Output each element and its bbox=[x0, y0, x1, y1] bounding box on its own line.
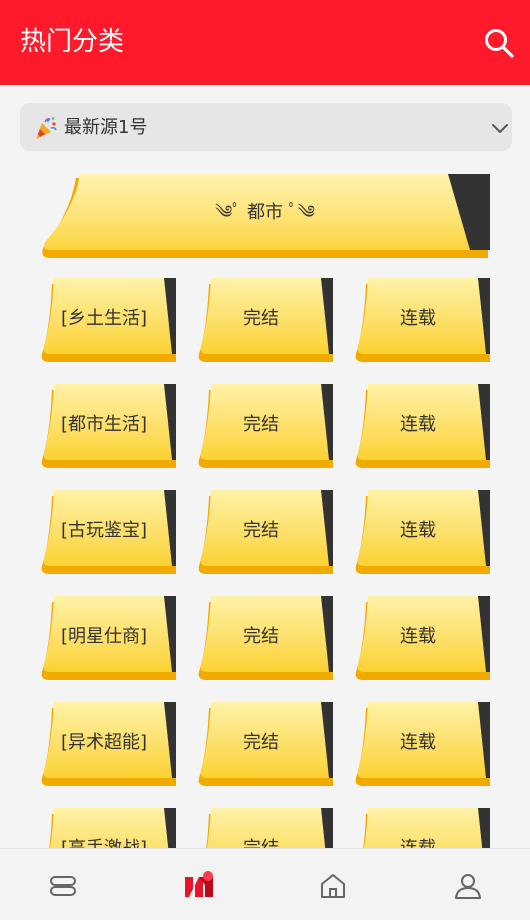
completed-tag[interactable]: 完结 bbox=[197, 808, 333, 848]
bookshelf-icon[interactable] bbox=[48, 871, 78, 901]
genre-tag[interactable]: [古玩鉴宝] bbox=[40, 490, 176, 574]
page-title: 热门分类 bbox=[20, 27, 125, 57]
search-icon[interactable] bbox=[482, 26, 516, 60]
app-header: 热门分类 bbox=[0, 0, 530, 85]
tag-label: 完结 bbox=[243, 626, 279, 647]
home-icon[interactable] bbox=[318, 871, 348, 901]
bottom-navigation bbox=[0, 848, 530, 920]
tag-label: [高手激战] bbox=[40, 834, 168, 848]
tag-label: 完结 bbox=[243, 520, 279, 541]
tag-label: 连载 bbox=[400, 520, 436, 541]
tag-label: [都市生活] bbox=[60, 414, 148, 435]
tag-label: [异术超能] bbox=[60, 732, 148, 753]
completed-tag[interactable]: 完结 bbox=[197, 702, 333, 786]
category-title: ༄ﾟ 都市 ﾟ༄ bbox=[40, 198, 490, 228]
completed-tag[interactable]: 完结 bbox=[197, 384, 333, 468]
profile-icon[interactable] bbox=[453, 871, 483, 901]
category-banner[interactable]: ༄ﾟ 都市 ﾟ༄ bbox=[40, 174, 490, 258]
serializing-tag[interactable]: 连载 bbox=[354, 490, 490, 574]
tag-label: [明星仕商] bbox=[60, 626, 148, 647]
tag-label: 连载 bbox=[400, 308, 436, 329]
genre-tag[interactable]: [异术超能] bbox=[40, 702, 176, 786]
tag-label: 连载 bbox=[354, 834, 482, 848]
source-label: 最新源1号 bbox=[64, 117, 148, 138]
serializing-tag[interactable]: 连载 bbox=[354, 278, 490, 362]
category-icon[interactable] bbox=[183, 871, 219, 901]
category-list[interactable]: ༄ﾟ 都市 ﾟ༄ [乡土生活] 完结 连载 [都市生活] 完结 连载 [古玩鉴宝] 完结 连载[… bbox=[0, 160, 530, 848]
tag-label: [古玩鉴宝] bbox=[60, 520, 148, 541]
ornament-right-icon: ﾟ༄ bbox=[283, 202, 315, 223]
completed-tag[interactable]: 完结 bbox=[197, 490, 333, 574]
genre-tag[interactable]: [乡土生活] bbox=[40, 278, 176, 362]
serializing-tag[interactable]: 连载 bbox=[354, 384, 490, 468]
serializing-tag[interactable]: 连载 bbox=[354, 702, 490, 786]
tag-label: 完结 bbox=[243, 732, 279, 753]
genre-tag[interactable]: [高手激战] bbox=[40, 808, 176, 848]
tag-label: 完结 bbox=[197, 834, 325, 848]
tag-label: [乡土生活] bbox=[60, 308, 148, 329]
ornament-left-icon: ༄ﾟ bbox=[215, 202, 247, 223]
tag-label: 连载 bbox=[400, 732, 436, 753]
source-dropdown[interactable]: 最新源1号 bbox=[20, 103, 512, 151]
serializing-tag[interactable]: 连载 bbox=[354, 596, 490, 680]
chevron-down-icon[interactable] bbox=[490, 120, 510, 134]
serializing-tag[interactable]: 连载 bbox=[354, 808, 490, 848]
tag-label: 完结 bbox=[243, 414, 279, 435]
tag-label: 完结 bbox=[243, 308, 279, 329]
completed-tag[interactable]: 完结 bbox=[197, 596, 333, 680]
genre-tag[interactable]: [明星仕商] bbox=[40, 596, 176, 680]
genre-tag[interactable]: [都市生活] bbox=[40, 384, 176, 468]
category-name: 都市 bbox=[247, 202, 283, 223]
completed-tag[interactable]: 完结 bbox=[197, 278, 333, 362]
tag-label: 连载 bbox=[400, 626, 436, 647]
tag-label: 连载 bbox=[400, 414, 436, 435]
party-popper-icon bbox=[34, 116, 58, 140]
